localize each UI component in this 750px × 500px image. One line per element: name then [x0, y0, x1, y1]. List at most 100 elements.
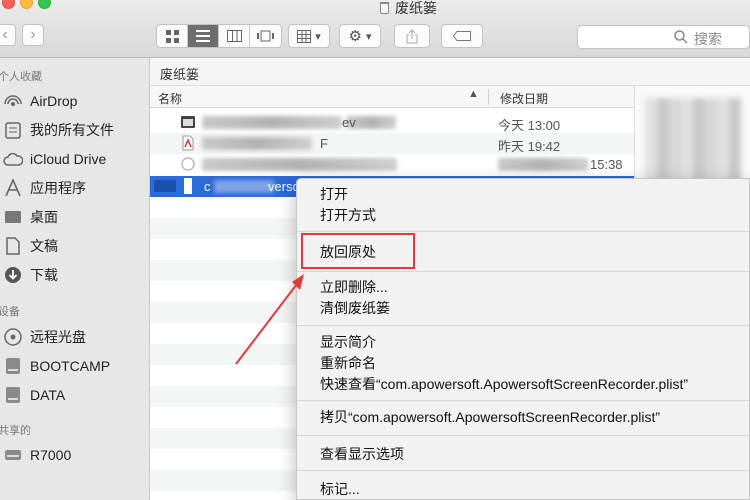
minimize-window-button[interactable]	[20, 0, 33, 9]
close-window-button[interactable]	[2, 0, 15, 9]
forward-button[interactable]: ›	[22, 24, 44, 46]
sidebar-item-airdrop[interactable]: AirDrop	[0, 90, 77, 112]
toolbar: 废纸篓 ‹ › ▾ ⚙ ▾ 搜索	[0, 0, 750, 58]
blurred-filename	[202, 116, 342, 129]
sidebar-item-desktop[interactable]: 桌面	[0, 206, 58, 228]
sidebar-item-label: 桌面	[30, 209, 58, 225]
sidebar-item-label: 应用程序	[30, 180, 86, 196]
remote-disc-icon	[2, 328, 24, 346]
grid-icon	[165, 29, 179, 43]
finder-window: 废纸篓 ‹ › ▾ ⚙ ▾ 搜索 个人收藏 AirDrop 我的所有文件 iCl…	[0, 0, 750, 500]
zoom-window-button[interactable]	[38, 0, 51, 9]
gallery-icon	[257, 30, 274, 42]
path-bar: 废纸篓	[150, 58, 750, 86]
gallery-view-button[interactable]	[250, 25, 281, 47]
column-header: 名称 ▲ 修改日期	[150, 86, 640, 108]
window-title: 废纸篓	[380, 0, 437, 16]
column-divider	[488, 89, 489, 105]
blurred-filename	[202, 137, 312, 150]
sidebar-item-label: 文稿	[30, 238, 58, 254]
sidebar-item-data[interactable]: DATA	[0, 384, 65, 406]
sidebar-item-label: 远程光盘	[30, 329, 86, 345]
all-files-icon	[2, 121, 24, 139]
columns-icon	[226, 30, 242, 42]
sidebar-item-remote-disc[interactable]: 远程光盘	[0, 326, 86, 348]
sidebar-item-label: AirDrop	[30, 93, 78, 109]
table-row[interactable]: 15:38	[150, 154, 640, 175]
sidebar-item-downloads[interactable]: 下载	[0, 264, 58, 286]
date-modified: 昨天 19:42	[498, 139, 561, 154]
downloads-icon	[2, 266, 24, 284]
blurred-date	[498, 158, 588, 171]
chevron-down-icon: ▾	[315, 30, 321, 43]
search-field[interactable]: 搜索	[577, 25, 750, 49]
sidebar-item-all-files[interactable]: 我的所有文件	[0, 119, 114, 141]
menu-separator	[297, 325, 750, 326]
share-icon	[406, 28, 418, 43]
sidebar: 个人收藏 AirDrop 我的所有文件 iCloud Drive 应用程序 桌面…	[0, 58, 150, 500]
tag-icon	[453, 31, 471, 41]
sidebar-item-label: 下载	[30, 267, 58, 283]
cloud-icon	[2, 150, 24, 168]
column-view-button[interactable]	[219, 25, 250, 47]
table-row[interactable]: ev 今天 13:00	[150, 112, 640, 133]
menu-item-get-info[interactable]: 显示简介	[320, 332, 376, 352]
highlight-box-annotation	[301, 233, 415, 269]
blurred-filename	[214, 180, 274, 193]
menu-separator	[297, 435, 750, 436]
sidebar-item-icloud-drive[interactable]: iCloud Drive	[0, 148, 106, 170]
path-label: 废纸篓	[160, 67, 200, 82]
sidebar-section-favorites: 个人收藏	[0, 71, 42, 83]
sidebar-item-bootcamp[interactable]: BOOTCAMP	[0, 355, 110, 377]
tags-button[interactable]	[441, 24, 483, 48]
documents-icon	[2, 237, 24, 255]
filename-fragment: ev	[342, 115, 356, 130]
table-row[interactable]: F 昨天 19:42	[150, 133, 640, 154]
airdrop-icon	[2, 92, 24, 110]
drive-icon	[2, 386, 24, 404]
date-modified: 今天 13:00	[498, 118, 561, 133]
menu-item-copy[interactable]: 拷贝“com.apowersoft.ApowersoftScreenRecord…	[320, 407, 660, 427]
sidebar-item-label: R7000	[30, 447, 72, 463]
back-button[interactable]: ‹	[0, 24, 16, 46]
filename-fragment: c	[204, 179, 211, 194]
filename-fragment: F	[320, 136, 328, 151]
sidebar-section-shared: 共享的	[0, 425, 31, 437]
column-date-modified[interactable]: 修改日期	[500, 90, 548, 107]
sidebar-item-label: 我的所有文件	[30, 122, 114, 138]
file-icon	[181, 116, 195, 128]
sidebar-item-label: BOOTCAMP	[30, 358, 111, 374]
sidebar-item-documents[interactable]: 文稿	[0, 235, 58, 257]
desktop-icon	[2, 208, 24, 226]
sidebar-item-applications[interactable]: 应用程序	[0, 177, 86, 199]
list-view-button[interactable]	[188, 25, 219, 47]
menu-item-open[interactable]: 打开	[320, 184, 348, 204]
network-icon	[2, 446, 24, 464]
menu-item-delete-immediately[interactable]: 立即删除...	[320, 277, 388, 297]
icon-view-button[interactable]	[157, 25, 188, 47]
group-by-button[interactable]: ▾	[288, 24, 330, 48]
gear-icon: ⚙	[348, 28, 362, 45]
menu-separator	[297, 470, 750, 471]
column-name[interactable]: 名称	[158, 90, 182, 107]
window-title-text: 废纸篓	[395, 0, 437, 16]
menu-item-rename[interactable]: 重新命名	[320, 353, 376, 373]
file-icon	[181, 157, 195, 171]
sidebar-section-devices: 设备	[0, 306, 20, 318]
sort-ascending-icon: ▲	[468, 88, 479, 100]
share-button[interactable]	[394, 24, 430, 48]
menu-item-open-with[interactable]: 打开方式	[320, 205, 376, 225]
menu-separator	[297, 231, 750, 232]
sidebar-item-label: iCloud Drive	[30, 151, 107, 167]
menu-item-show-view-options[interactable]: 查看显示选项	[320, 444, 404, 464]
menu-item-quick-look[interactable]: 快速查看“com.apowersoft.ApowersoftScreenReco…	[320, 374, 688, 394]
pdf-file-icon	[182, 135, 194, 151]
menu-item-tags[interactable]: 标记...	[320, 479, 360, 499]
view-mode-segmented-control	[156, 24, 282, 48]
applications-icon	[2, 179, 24, 197]
action-menu-button[interactable]: ⚙ ▾	[339, 24, 381, 48]
list-icon	[196, 30, 210, 42]
menu-item-empty-trash[interactable]: 清倒废纸篓	[320, 298, 390, 318]
sidebar-item-r7000[interactable]: R7000	[0, 444, 71, 466]
chevron-down-icon: ▾	[365, 30, 372, 43]
